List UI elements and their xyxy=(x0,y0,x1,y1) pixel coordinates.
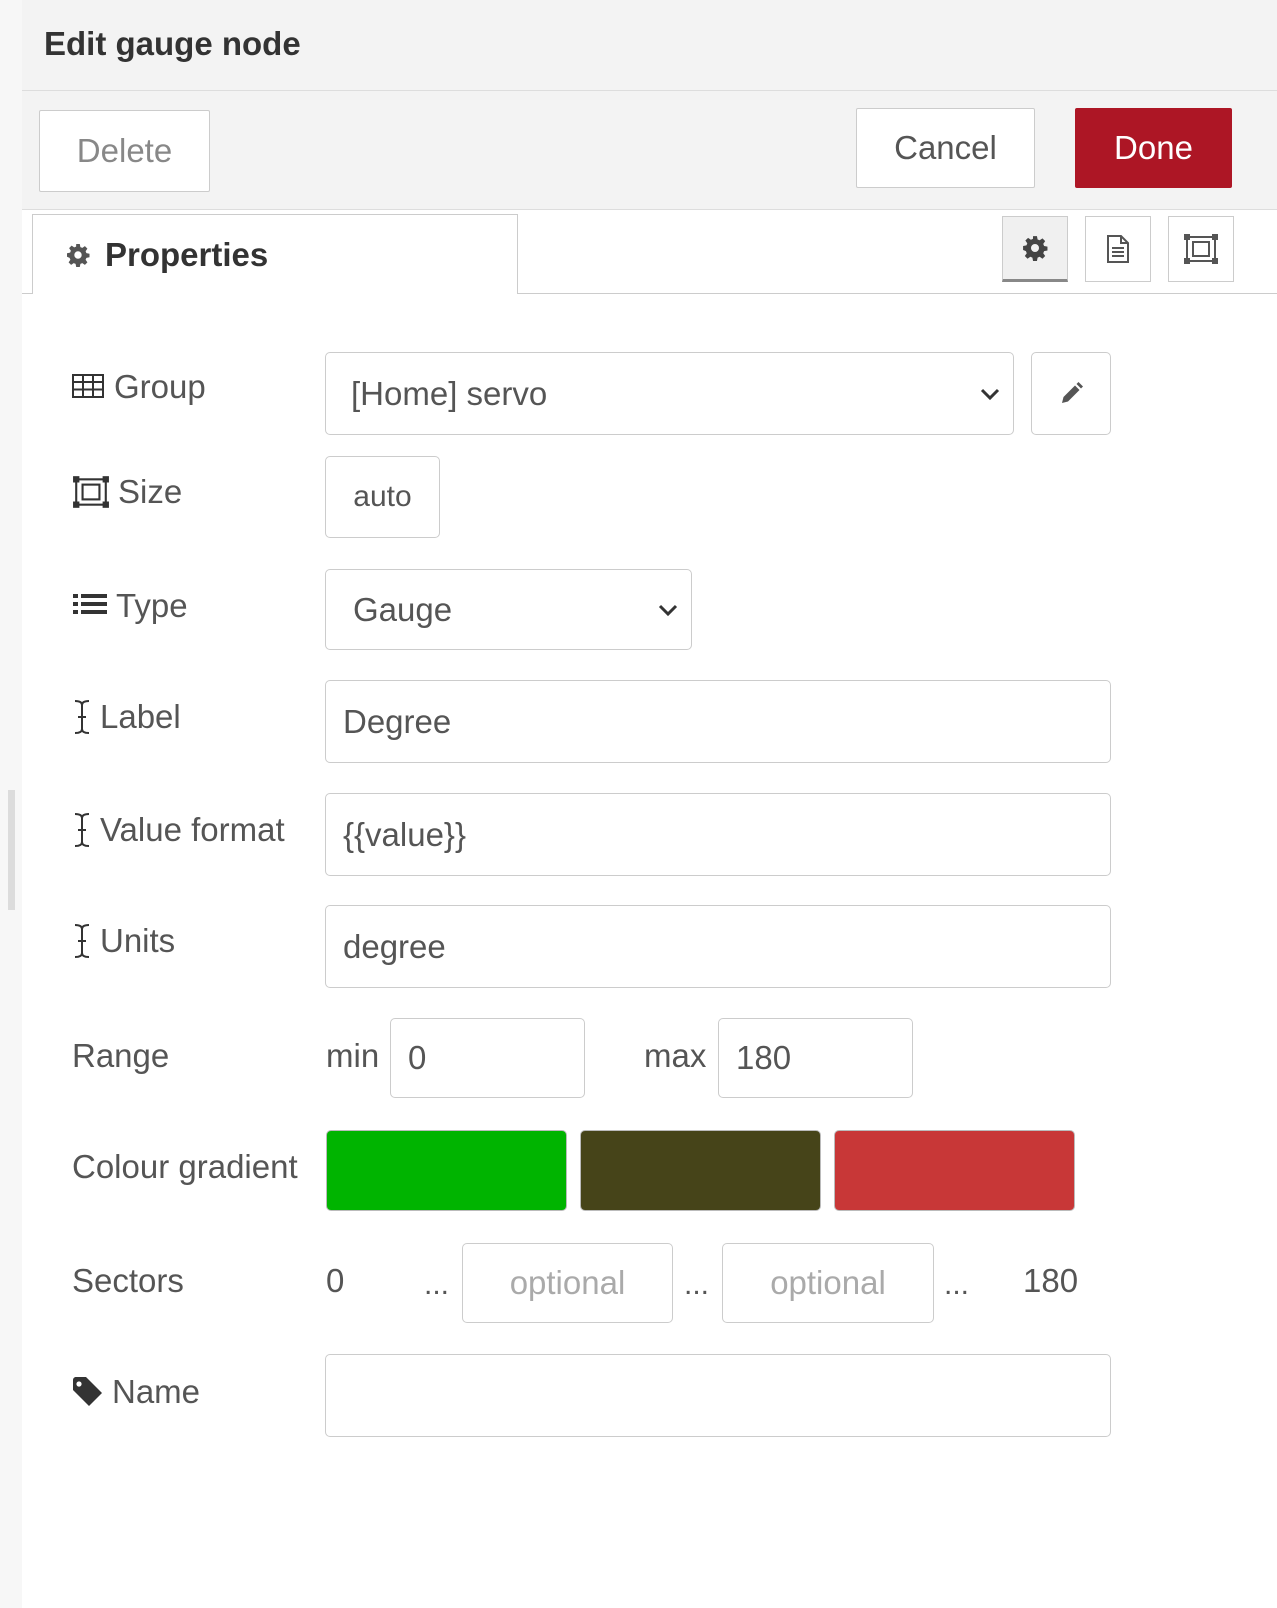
label-value: Degree xyxy=(343,702,452,740)
label-label: Label xyxy=(100,698,181,735)
chevron-down-icon xyxy=(980,388,1000,400)
table-icon xyxy=(72,374,104,398)
type-select[interactable]: Gauge xyxy=(325,569,692,650)
tab-description[interactable] xyxy=(1085,216,1151,282)
type-label: Type xyxy=(116,587,188,624)
dialog-header: Edit gauge node xyxy=(22,0,1277,91)
name-label: Name xyxy=(112,1373,201,1410)
resize-handle[interactable] xyxy=(8,790,15,910)
dialog-toolbar: Delete Cancel Done xyxy=(22,91,1277,210)
size-row-label: Size xyxy=(72,473,182,511)
delete-button[interactable]: Delete xyxy=(39,110,210,192)
group-value: [Home] servo xyxy=(351,374,548,412)
appearance-icon xyxy=(1184,234,1218,264)
tab-properties[interactable]: Properties xyxy=(32,214,518,294)
text-cursor-icon xyxy=(74,924,90,958)
size-icon xyxy=(73,476,109,508)
cancel-button[interactable]: Cancel xyxy=(856,108,1035,188)
name-row-label: Name xyxy=(72,1373,200,1411)
range-min-value: 0 xyxy=(408,1039,427,1076)
tag-icon xyxy=(73,1377,102,1406)
sectors-ellipsis-2: ... xyxy=(684,1268,710,1301)
done-button[interactable]: Done xyxy=(1075,108,1232,188)
edit-group-button[interactable] xyxy=(1031,352,1111,435)
name-input[interactable] xyxy=(325,1354,1111,1437)
units-row-label: Units xyxy=(72,922,175,960)
tab-appearance[interactable] xyxy=(1168,216,1234,282)
type-value: Gauge xyxy=(353,590,453,628)
size-label: Size xyxy=(118,473,183,510)
gear-icon xyxy=(1023,236,1048,261)
range-min-input[interactable]: 0 xyxy=(390,1018,585,1098)
range-max-label: max xyxy=(644,1037,707,1074)
list-icon xyxy=(73,594,107,614)
label-row-label: Label xyxy=(72,698,181,736)
size-button[interactable]: auto xyxy=(325,456,440,538)
chevron-down-icon xyxy=(658,604,678,616)
range-max-input[interactable]: 180 xyxy=(718,1018,913,1098)
group-label: Group xyxy=(114,368,206,405)
tab-bar: Properties xyxy=(22,210,1277,294)
range-max-value: 180 xyxy=(736,1039,792,1076)
sectors-label: Sectors xyxy=(72,1262,184,1299)
edit-dialog: Edit gauge node Delete Cancel Done Prope… xyxy=(22,0,1277,1608)
value-format-value: {{value}} xyxy=(343,815,466,853)
sectors-start: 0 xyxy=(326,1262,345,1299)
text-cursor-icon xyxy=(74,700,90,734)
dialog-title: Edit gauge node xyxy=(44,25,301,62)
colour-gradient-label: Colour gradient xyxy=(72,1148,298,1185)
units-input[interactable]: degree xyxy=(325,905,1111,988)
range-min-label: min xyxy=(326,1037,380,1074)
type-row-label: Type xyxy=(72,587,188,625)
sectors-ellipsis-3: ... xyxy=(944,1268,970,1301)
label-input[interactable]: Degree xyxy=(325,680,1111,763)
tab-settings[interactable] xyxy=(1002,216,1068,282)
units-label: Units xyxy=(100,922,176,959)
sector-2-input[interactable]: optional xyxy=(722,1243,934,1323)
sector-1-input[interactable]: optional xyxy=(462,1243,673,1323)
group-select[interactable]: [Home] servo xyxy=(325,352,1014,435)
sectors-end: 180 xyxy=(1023,1262,1079,1299)
range-label: Range xyxy=(72,1037,170,1074)
description-icon xyxy=(1107,235,1129,263)
pencil-icon xyxy=(1062,381,1083,403)
value-format-input[interactable]: {{value}} xyxy=(325,793,1111,876)
group-row-label: Group xyxy=(72,368,206,406)
sectors-ellipsis-1: ... xyxy=(424,1268,450,1301)
colour-swatch-high[interactable] xyxy=(834,1130,1075,1211)
workspace-edge xyxy=(0,0,23,1608)
text-cursor-icon xyxy=(74,813,90,847)
colour-swatch-low[interactable] xyxy=(326,1130,567,1211)
value-format-row-label: Value format xyxy=(72,811,285,849)
tab-properties-label: Properties xyxy=(105,235,269,273)
gear-icon xyxy=(67,243,90,267)
value-format-label: Value format xyxy=(100,811,285,848)
colour-swatch-mid[interactable] xyxy=(580,1130,821,1211)
units-value: degree xyxy=(343,927,446,965)
